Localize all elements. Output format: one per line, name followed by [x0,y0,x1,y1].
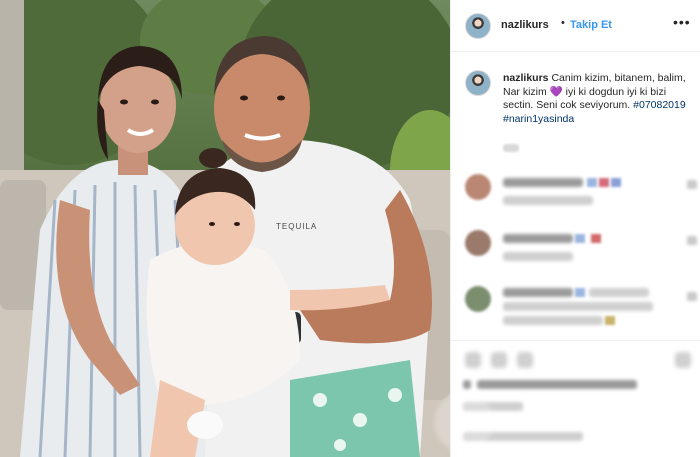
post-details-panel: nazlikurs • Takip Et ••• nazlikurs Canim… [450,0,700,457]
post-header: nazlikurs • Takip Et ••• [451,0,700,52]
caption-avatar[interactable] [465,70,491,96]
blurred-emoji [599,178,609,187]
list-item [451,282,700,334]
heart-icon[interactable] [687,180,697,189]
blurred-emoji [591,234,601,243]
blurred-emoji [575,288,585,297]
list-item [451,226,700,278]
header-username[interactable]: nazlikurs [501,19,549,31]
divider [451,340,700,341]
avatar[interactable] [465,174,491,200]
hashtag-link[interactable]: #narin1yasinda [503,113,574,125]
caption-username[interactable]: nazlikurs [503,72,549,84]
hashtag-link[interactable]: #07082019 [633,99,686,111]
purple-heart-icon: 💜 [549,85,563,98]
blurred-text [503,302,653,311]
bookmark-icon[interactable] [675,352,691,368]
watermark-logo [434,392,494,452]
post-photo[interactable]: TEQUILA [0,0,450,457]
blurred-text [503,252,573,261]
blurred-likes [463,380,471,389]
share-icon[interactable] [517,352,533,368]
heart-icon[interactable] [687,236,697,245]
shirt-print-text: TEQUILA [276,222,318,231]
avatar[interactable] [465,230,491,256]
blurred-emoji [575,234,585,243]
more-horizontal-icon[interactable]: ••• [673,14,691,30]
follow-button[interactable]: Takip Et [570,19,612,31]
separator-dot: • [561,17,565,29]
blurred-timestamp [503,144,519,152]
blurred-text [589,288,649,297]
heart-icon[interactable] [687,292,697,301]
avatar[interactable] [465,13,491,39]
comment-icon[interactable] [491,352,507,368]
avatar[interactable] [465,286,491,312]
blurred-likes [477,380,637,389]
list-item [451,170,700,222]
like-icon[interactable] [465,352,481,368]
blurred-text [503,316,603,325]
blurred-text [503,288,573,297]
blurred-text [503,234,573,243]
caption-text: nazlikurs Canim kizim, bitanem, balim, N… [503,72,695,126]
blurred-emoji [587,178,597,187]
blurred-text [503,178,583,187]
family-photo-illustration [0,0,450,457]
blurred-text [503,196,593,205]
blurred-emoji [611,178,621,187]
blurred-emoji [605,316,615,325]
